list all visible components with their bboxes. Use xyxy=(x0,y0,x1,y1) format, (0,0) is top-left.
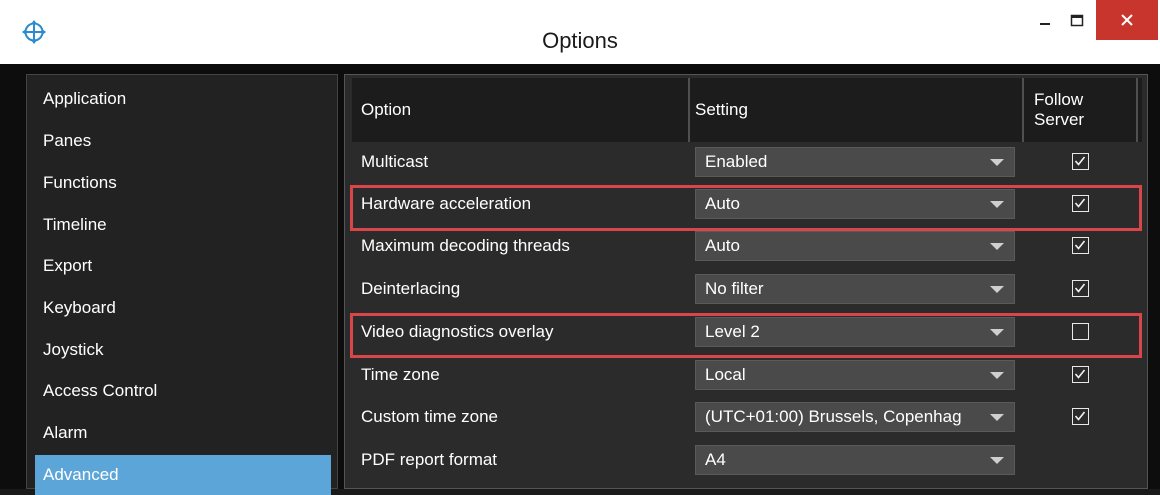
setting-value: Enabled xyxy=(705,152,768,171)
options-window: Options Application Panes Functions Time… xyxy=(0,0,1160,495)
option-label: Custom time zone xyxy=(361,407,498,426)
window-title: Options xyxy=(542,28,618,53)
checkmark-icon xyxy=(1074,411,1086,421)
setting-value: Auto xyxy=(705,236,740,255)
setting-value: A4 xyxy=(705,450,726,469)
checkmark-icon xyxy=(1074,240,1086,250)
setting-dropdown[interactable]: Enabled xyxy=(695,147,1015,177)
table-row: Multicast Enabled xyxy=(352,142,1142,182)
column-header-option[interactable]: Option xyxy=(361,78,411,142)
dropdown-arrow-icon xyxy=(990,414,1004,421)
column-header-follow-line1: Follow xyxy=(1034,90,1084,109)
setting-value: Auto xyxy=(705,194,740,213)
sidebar-item-alarm[interactable]: Alarm xyxy=(35,415,331,451)
minimize-button[interactable] xyxy=(1030,0,1060,42)
setting-value: Level 2 xyxy=(705,322,760,341)
sidebar-item-application[interactable]: Application xyxy=(35,81,331,117)
follow-server-checkbox[interactable] xyxy=(1072,237,1089,254)
dropdown-arrow-icon xyxy=(990,243,1004,250)
sidebar-item-access-control[interactable]: Access Control xyxy=(35,373,331,409)
option-label: PDF report format xyxy=(361,450,498,469)
setting-dropdown[interactable]: Level 2 xyxy=(695,317,1015,347)
dropdown-arrow-icon xyxy=(990,159,1004,166)
table-row: Hardware acceleration Auto xyxy=(352,184,1142,224)
table-row: PDF report format A4 xyxy=(352,440,1142,480)
option-label: Deinterlacing xyxy=(361,279,461,298)
option-label: Time zone xyxy=(361,365,440,384)
sidebar-item-functions[interactable]: Functions xyxy=(35,165,331,201)
option-label: Multicast xyxy=(361,152,429,171)
sidebar-item-advanced[interactable]: Advanced xyxy=(35,455,331,495)
follow-server-checkbox[interactable] xyxy=(1072,408,1089,425)
setting-dropdown[interactable]: A4 xyxy=(695,445,1015,475)
checkmark-icon xyxy=(1074,156,1086,166)
table-header: Option Setting Follow Server xyxy=(352,78,1142,142)
column-divider[interactable] xyxy=(688,78,690,142)
maximize-button[interactable] xyxy=(1060,0,1094,42)
dropdown-arrow-icon xyxy=(990,286,1004,293)
column-header-follow-line2: Server xyxy=(1034,110,1085,129)
sidebar-item-joystick[interactable]: Joystick xyxy=(35,332,331,368)
follow-server-checkbox[interactable] xyxy=(1072,366,1089,383)
options-table: Option Setting Follow Server Multicast E… xyxy=(352,78,1142,489)
option-label: Video diagnostics overlay xyxy=(361,322,554,341)
checkmark-icon xyxy=(1074,283,1086,293)
sidebar-item-keyboard[interactable]: Keyboard xyxy=(35,290,331,326)
setting-dropdown[interactable]: (UTC+01:00) Brussels, Copenhag xyxy=(695,402,1015,432)
close-icon xyxy=(1121,14,1133,26)
setting-dropdown[interactable]: No filter xyxy=(695,274,1015,304)
setting-dropdown[interactable]: Local xyxy=(695,360,1015,390)
close-button[interactable] xyxy=(1096,0,1158,40)
follow-server-checkbox[interactable] xyxy=(1072,280,1089,297)
table-row: Maximum decoding threads Auto xyxy=(352,226,1142,266)
sidebar-item-export[interactable]: Export xyxy=(35,248,331,284)
setting-value: No filter xyxy=(705,279,764,298)
option-label: Hardware acceleration xyxy=(361,194,532,213)
setting-dropdown[interactable]: Auto xyxy=(695,231,1015,261)
column-divider[interactable] xyxy=(1022,78,1024,142)
dropdown-arrow-icon xyxy=(990,372,1004,379)
column-divider[interactable] xyxy=(1136,78,1138,142)
title-bar[interactable]: Options xyxy=(0,0,1160,64)
table-row: Custom time zone (UTC+01:00) Brussels, C… xyxy=(352,397,1142,437)
table-row: Time zone Local xyxy=(352,355,1142,395)
follow-server-checkbox[interactable] xyxy=(1072,195,1089,212)
sidebar-item-timeline[interactable]: Timeline xyxy=(35,207,331,243)
table-row: Video diagnostics overlay Level 2 xyxy=(352,312,1142,352)
setting-value: Local xyxy=(705,365,746,384)
dropdown-arrow-icon xyxy=(990,329,1004,336)
sidebar-item-panes[interactable]: Panes xyxy=(35,123,331,159)
options-category-list: Application Panes Functions Timeline Exp… xyxy=(26,74,338,495)
follow-server-checkbox[interactable] xyxy=(1072,153,1089,170)
dropdown-arrow-icon xyxy=(990,457,1004,464)
column-header-setting[interactable]: Setting xyxy=(695,78,748,142)
minimize-icon xyxy=(1040,23,1050,25)
column-header-follow-server[interactable]: Follow Server xyxy=(1034,78,1084,142)
table-row: Deinterlacing No filter xyxy=(352,269,1142,309)
checkmark-icon xyxy=(1074,198,1086,208)
option-label: Maximum decoding threads xyxy=(361,236,570,255)
setting-value: (UTC+01:00) Brussels, Copenhag xyxy=(705,407,962,426)
setting-dropdown[interactable]: Auto xyxy=(695,189,1015,219)
maximize-icon xyxy=(1070,14,1084,27)
dropdown-arrow-icon xyxy=(990,201,1004,208)
follow-server-checkbox[interactable] xyxy=(1072,323,1089,340)
checkmark-icon xyxy=(1074,369,1086,379)
